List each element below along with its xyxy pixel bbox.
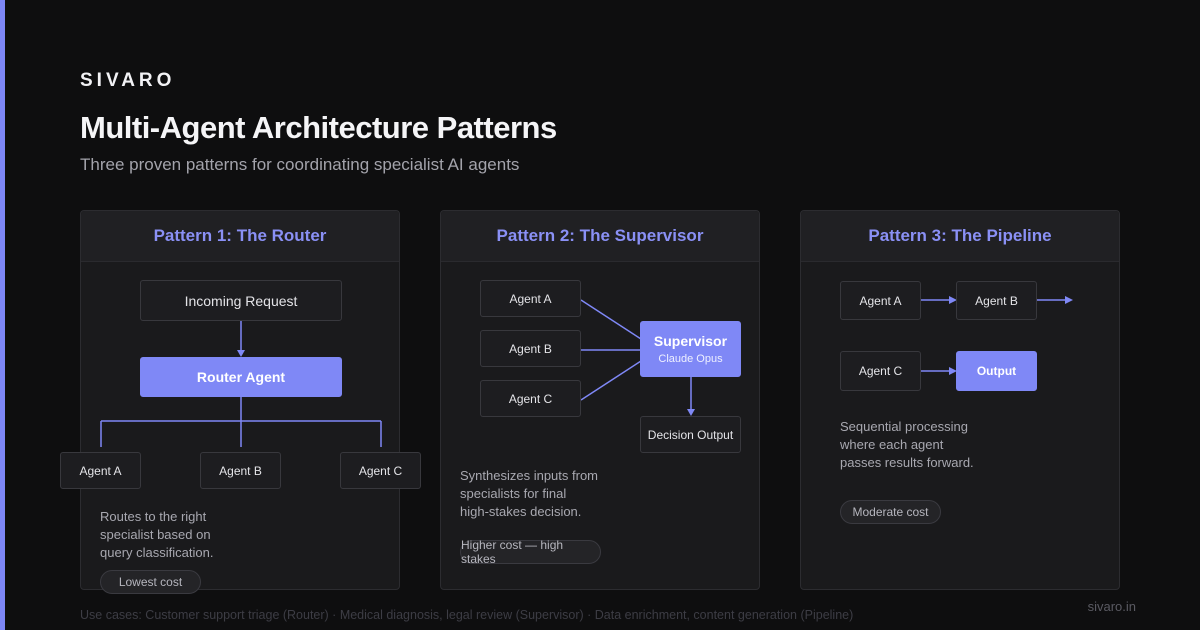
- pattern-description: Synthesizes inputs from specialists for …: [460, 467, 598, 521]
- supervisor-node: Supervisor Claude Opus: [640, 321, 741, 377]
- card-title: Pattern 3: The Pipeline: [801, 211, 1119, 262]
- cost-badge: Moderate cost: [840, 500, 941, 524]
- cost-badge: Higher cost — high stakes: [460, 538, 601, 566]
- desc-line: query classification.: [100, 545, 214, 560]
- desc-line: high-stakes decision.: [460, 504, 582, 519]
- pattern-description: Routes to the right specialist based on …: [100, 508, 213, 562]
- supervisor-label: Supervisor: [653, 333, 728, 349]
- agent-b-node: Agent B: [956, 281, 1037, 320]
- page-title: Multi-Agent Architecture Patterns: [80, 110, 557, 145]
- desc-line: Routes to the right: [100, 509, 207, 524]
- output-node: Output: [956, 351, 1037, 391]
- desc-line: Synthesizes inputs from: [460, 468, 599, 483]
- agent-c-node: Agent C: [480, 380, 581, 417]
- accent-bar: [0, 0, 5, 630]
- desc-line: Sequential processing: [840, 419, 968, 434]
- card-title: Pattern 2: The Supervisor: [441, 211, 759, 262]
- agent-a-node: Agent A: [840, 281, 921, 320]
- desc-line: where each agent: [840, 437, 944, 452]
- pattern-card-supervisor: Pattern 2: The Supervisor Agent A Agent …: [440, 210, 760, 590]
- pattern-card-router: Pattern 1: The Router Incoming Request R…: [60, 210, 421, 594]
- agent-c-node: Agent C: [840, 351, 921, 391]
- desc-line: specialists for final: [460, 486, 567, 501]
- decision-output-node: Decision Output: [640, 416, 741, 453]
- pattern-card-pipeline: Pattern 3: The Pipeline Agent A Agent B …: [800, 210, 1120, 590]
- cost-badge: Lowest cost: [100, 570, 201, 594]
- router-agent-node: Router Agent: [140, 357, 342, 397]
- agent-b-node: Agent B: [480, 330, 581, 367]
- desc-line: passes results forward.: [840, 455, 974, 470]
- card-title: Pattern 1: The Router: [81, 211, 399, 262]
- agent-b-node: Agent B: [200, 452, 281, 489]
- pattern-description: Sequential processing where each agent p…: [840, 418, 974, 472]
- agent-c-node: Agent C: [340, 452, 421, 489]
- supervisor-model: Claude Opus: [658, 353, 723, 365]
- site-url: sivaro.in: [1087, 599, 1136, 614]
- incoming-request-node: Incoming Request: [140, 280, 342, 321]
- use-cases-footer: Use cases: Customer support triage (Rout…: [80, 608, 854, 622]
- agent-a-node: Agent A: [480, 280, 581, 317]
- desc-line: specialist based on: [100, 527, 211, 542]
- page-subtitle: Three proven patterns for coordinating s…: [80, 155, 520, 174]
- brand-logo: SIVARO: [80, 70, 176, 91]
- pipeline-connectors: [921, 296, 1073, 375]
- agent-a-node: Agent A: [60, 452, 141, 489]
